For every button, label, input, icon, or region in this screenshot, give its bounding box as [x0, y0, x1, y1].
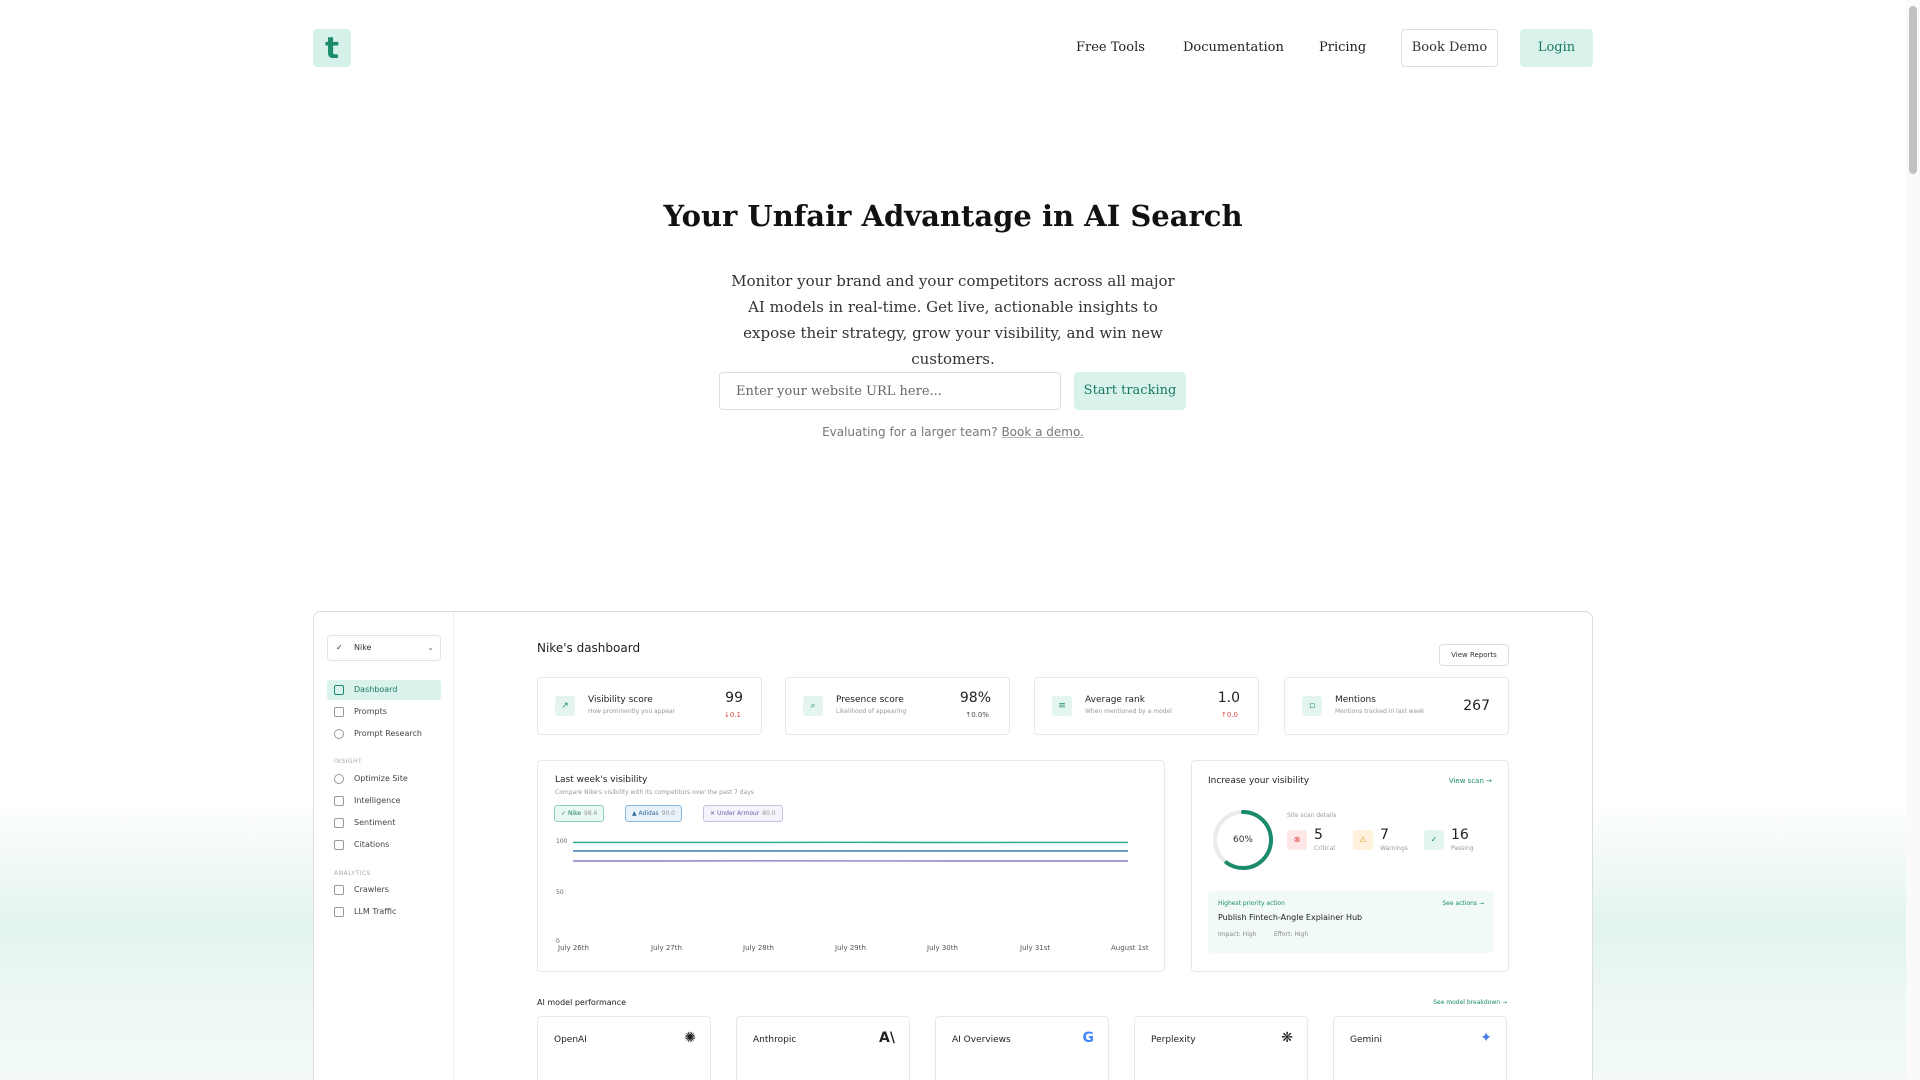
- priority-action: Highest priority action See actions → Pu…: [1208, 891, 1494, 953]
- visibility-icon: ↗: [555, 696, 575, 716]
- dashboard-sidebar: ✓ Nike ⌄ Dashboard Prompts Prompt Resear…: [314, 612, 454, 1080]
- card-delta: ↑0.0: [1221, 711, 1238, 719]
- sparkle-icon: [334, 774, 344, 784]
- see-actions-link[interactable]: See actions →: [1442, 900, 1484, 907]
- card-delta: ↓0.1: [724, 711, 741, 719]
- scrollbar-thumb[interactable]: [1909, 6, 1917, 174]
- dashboard-title: Nike's dashboard: [537, 641, 641, 655]
- card-value: 99: [725, 690, 743, 706]
- priority-header: Highest priority action: [1218, 900, 1285, 907]
- effort-label: Effort: High: [1274, 931, 1309, 938]
- anthropic-icon: A\: [879, 1030, 895, 1046]
- hero-subtitle: Monitor your brand and your competitors …: [731, 272, 1175, 368]
- ring-label: 60%: [1232, 835, 1253, 845]
- login-button[interactable]: Login: [1520, 29, 1593, 67]
- logo[interactable]: t: [313, 29, 351, 67]
- critical-icon: ⊗: [1287, 830, 1307, 850]
- hero-title: Your Unfair Advantage in AI Search: [663, 199, 1243, 233]
- brand-select[interactable]: ✓ Nike ⌄: [327, 635, 441, 661]
- nav-pricing[interactable]: Pricing: [1319, 29, 1366, 67]
- sidebar-item-sentiment[interactable]: Sentiment: [327, 813, 441, 833]
- sidebar-item-optimize-site[interactable]: Optimize Site: [327, 769, 441, 789]
- model-card-ai-overviews[interactable]: AI Overviews G: [935, 1016, 1109, 1080]
- gemini-icon: ✦: [1480, 1030, 1492, 1046]
- bar-chart-icon: [334, 796, 344, 806]
- mentions-icon: ▫: [1302, 696, 1322, 716]
- presence-score-card: ⌕ Presence score Likelihood of appearing…: [785, 677, 1010, 735]
- sidebar-section-analytics: ANALYTICS: [334, 870, 371, 877]
- chevron-down-icon: ⌄: [427, 643, 434, 652]
- mentions-card: ▫ Mentions Mentions tracked in last week…: [1284, 677, 1509, 735]
- sentiment-icon: [334, 818, 344, 828]
- x-tick: July 29th: [835, 944, 866, 952]
- visibility-chart-panel: Last week's visibility Compare Nike's vi…: [537, 760, 1165, 972]
- scrollbar[interactable]: [1906, 0, 1920, 1080]
- x-tick: July 31st: [1020, 944, 1051, 952]
- visibility-line-chart: [573, 841, 1128, 862]
- sidebar-item-citations[interactable]: Citations: [327, 835, 441, 855]
- search-icon: [334, 729, 344, 739]
- x-tick: July 28th: [743, 944, 774, 952]
- search-icon: ⌕: [803, 696, 823, 716]
- model-card-gemini[interactable]: Gemini ✦: [1333, 1016, 1507, 1080]
- see-model-breakdown-link[interactable]: See model breakdown →: [1433, 999, 1507, 1006]
- book-demo-button[interactable]: Book Demo: [1401, 29, 1498, 67]
- increase-visibility-panel: Increase your visibility View scan → 60%…: [1191, 760, 1509, 972]
- model-card-perplexity[interactable]: Perplexity ❋: [1134, 1016, 1308, 1080]
- x-tick: July 27th: [651, 944, 682, 952]
- google-icon: G: [1082, 1030, 1095, 1046]
- x-tick: August 1st: [1111, 944, 1149, 952]
- citation-icon: [334, 840, 344, 850]
- sidebar-section-insight: INSIGHT: [334, 758, 363, 765]
- sidebar-item-crawlers[interactable]: Crawlers: [327, 880, 441, 900]
- visibility-score-card: ↗ Visibility score How prominently you a…: [537, 677, 762, 735]
- x-tick: July 26th: [558, 944, 589, 952]
- card-value: 1.0: [1217, 690, 1240, 706]
- card-value: 267: [1463, 698, 1490, 714]
- view-scan-link[interactable]: View scan →: [1449, 777, 1492, 785]
- nav-free-tools[interactable]: Free Tools: [1076, 29, 1145, 67]
- sidebar-item-prompt-research[interactable]: Prompt Research: [327, 724, 441, 744]
- openai-icon: ✺: [684, 1030, 696, 1046]
- start-tracking-button[interactable]: Start tracking: [1074, 372, 1186, 410]
- model-card-anthropic[interactable]: Anthropic A\: [736, 1016, 910, 1080]
- average-rank-card: ≡ Average rank When mentioned by a model…: [1034, 677, 1259, 735]
- eval-text: Evaluating for a larger team? Book a dem…: [822, 425, 1084, 439]
- url-input[interactable]: [719, 372, 1061, 410]
- crawler-icon: [334, 885, 344, 895]
- view-reports-button[interactable]: View Reports: [1439, 644, 1509, 666]
- sidebar-item-dashboard[interactable]: Dashboard: [327, 680, 441, 700]
- book-demo-link[interactable]: Book a demo.: [1001, 425, 1083, 439]
- swoosh-icon: ✓: [336, 643, 343, 652]
- ai-performance-title: AI model performance: [537, 998, 627, 1007]
- perplexity-icon: ❋: [1281, 1030, 1293, 1046]
- warning-icon: ⚠: [1353, 830, 1373, 850]
- card-value: 98%: [959, 690, 991, 706]
- card-delta: ↑0.0%: [965, 711, 989, 719]
- top-nav: t Free Tools Documentation Pricing Book …: [313, 29, 1593, 69]
- x-tick: July 30th: [927, 944, 958, 952]
- check-icon: ✓: [1424, 830, 1444, 850]
- nav-documentation[interactable]: Documentation: [1183, 29, 1284, 67]
- model-card-openai[interactable]: OpenAI ✺: [537, 1016, 711, 1080]
- impact-label: Impact: High: [1218, 931, 1257, 938]
- sidebar-item-intelligence[interactable]: Intelligence: [327, 791, 441, 811]
- dashboard-icon: [334, 685, 344, 695]
- panel-title: Increase your visibility: [1208, 776, 1310, 786]
- chat-icon: [334, 707, 344, 717]
- dashboard-preview: ✓ Nike ⌄ Dashboard Prompts Prompt Resear…: [313, 611, 1593, 1080]
- sidebar-item-prompts[interactable]: Prompts: [327, 702, 441, 722]
- sidebar-item-llm-traffic[interactable]: LLM Traffic: [327, 902, 441, 922]
- rank-icon: ≡: [1052, 696, 1072, 716]
- priority-title: Publish Fintech-Angle Explainer Hub: [1218, 913, 1363, 922]
- traffic-icon: [334, 907, 344, 917]
- scan-details-label: Site scan details: [1287, 812, 1337, 819]
